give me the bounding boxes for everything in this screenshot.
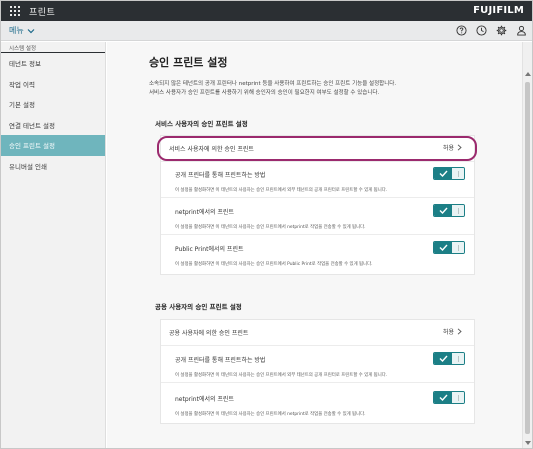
apps-grid-icon[interactable] bbox=[10, 6, 20, 16]
setting-row: 공개 프린터를 통해 프린트하는 방법 이 설정을 활성화하면 이 테넌트의 사… bbox=[161, 347, 474, 383]
sidebar-item-label: 테넌트 정보 bbox=[9, 60, 41, 69]
check-icon bbox=[439, 244, 448, 251]
section-title: 서비스 사용자의 승인 프린트 설정 bbox=[155, 120, 248, 128]
scroll-thumb[interactable] bbox=[525, 82, 530, 434]
setting-head-value[interactable]: 허용 bbox=[443, 143, 462, 152]
setting-row: netprint에서의 프린트 이 설정을 활성화하면 이 테넌트의 사용자는 … bbox=[161, 384, 474, 424]
setting-row: 공개 프린터를 통해 프린트하는 방법 이 설정을 활성화하면 이 테넌트의 사… bbox=[161, 163, 474, 198]
check-icon bbox=[439, 170, 448, 177]
setting-value-text: 허용 bbox=[442, 145, 454, 152]
sidebar-item-basic-settings[interactable]: 기본 설정 bbox=[1, 94, 105, 115]
setting-desc: 이 설정을 활성화하면 이 테넌트의 사용자는 승인 프린트에서 외부 테넌트의… bbox=[175, 373, 388, 378]
setting-title: Public Print에서의 프린트 bbox=[175, 246, 244, 253]
brand-logo: FUJIFILM bbox=[473, 5, 524, 16]
sidebar-item-approval-print[interactable]: 승인 프린트 설정 bbox=[1, 135, 105, 156]
sidebar-section-label: 시스템 설정 bbox=[1, 42, 105, 53]
chevron-right-icon bbox=[457, 328, 462, 335]
app-title: 프린트 bbox=[29, 7, 56, 18]
setting-desc: 이 설정을 활성화하면 이 테넌트의 사용자는 승인 프린트에서 netprin… bbox=[175, 412, 366, 417]
sidebar-item-label: 기본 설정 bbox=[9, 101, 35, 110]
toggle-switch[interactable] bbox=[433, 391, 465, 404]
setting-row-header[interactable]: 공용 사용자에 의한 승인 프린트 허용 bbox=[161, 320, 474, 346]
setting-head-value[interactable]: 허용 bbox=[443, 327, 462, 336]
settings-card: 공용 사용자에 의한 승인 프린트 허용 공개 프린터를 통해 프린트하는 방법… bbox=[160, 319, 475, 424]
toggle-switch[interactable] bbox=[433, 241, 465, 254]
scroll-down-arrow-icon[interactable] bbox=[525, 441, 531, 445]
toggle-switch[interactable] bbox=[433, 352, 465, 365]
sidebar-item-label: 작업 이력 bbox=[9, 80, 35, 89]
check-icon bbox=[439, 394, 448, 401]
setting-head-title: 공용 사용자에 의한 승인 프린트 bbox=[169, 330, 249, 337]
app-window: 프린트 FUJIFILM 메뉴 시스템 설정 테넌트 정보 작업 이력 기본 설… bbox=[0, 0, 533, 449]
setting-row-header[interactable]: 서비스 사용자에 의한 승인 프린트 허용 bbox=[161, 136, 474, 162]
sidebar-item-job-history[interactable]: 작업 이력 bbox=[1, 74, 105, 95]
setting-row: netprint에서의 프린트 이 설정을 활성화하면 이 테넌트의 사용자는 … bbox=[161, 199, 474, 235]
setting-title: netprint에서의 프린트 bbox=[175, 209, 234, 216]
user-icon[interactable] bbox=[515, 24, 528, 37]
setting-head-title: 서비스 사용자에 의한 승인 프린트 bbox=[169, 146, 254, 153]
setting-value-text: 허용 bbox=[442, 329, 454, 336]
setting-row: Public Print에서의 프린트 이 설정을 활성화하면 이 테넌트의 사… bbox=[161, 236, 474, 274]
setting-title: netprint에서의 프린트 bbox=[175, 396, 234, 403]
setting-desc: 이 설정을 활성화하면 이 테넌트의 사용자는 승인 프린트에서 Public … bbox=[175, 262, 373, 267]
check-icon bbox=[439, 355, 448, 362]
toggle-switch[interactable] bbox=[433, 204, 465, 217]
page-description: 소속되지 않은 테넌트의 공개 프린터나 netprint 등을 사용하여 프린… bbox=[149, 80, 509, 98]
setting-desc: 이 설정을 활성화하면 이 테넌트의 사용자는 승인 프린트에서 외부 테넌트의… bbox=[175, 188, 388, 193]
section-title: 공용 사용자의 승인 프린트 설정 bbox=[155, 303, 242, 311]
help-icon[interactable] bbox=[455, 24, 468, 37]
menu-label: 메뉴 bbox=[9, 26, 24, 35]
description-line: 서비스 사용자가 승인 프린트를 사용하기 위해 승인자의 승인이 필요한지 여… bbox=[149, 90, 380, 96]
sidebar-item-universal-print[interactable]: 유니버설 인쇄 bbox=[1, 156, 105, 177]
sidebar-item-linked-tenant[interactable]: 연결 테넌트 설정 bbox=[1, 115, 105, 136]
setting-title: 공개 프린터를 통해 프린트하는 방법 bbox=[175, 357, 266, 364]
scroll-up-arrow-icon[interactable] bbox=[525, 72, 531, 76]
setting-title: 공개 프린터를 통해 프린트하는 방법 bbox=[175, 172, 266, 179]
gear-icon[interactable] bbox=[495, 24, 508, 37]
toggle-switch[interactable] bbox=[433, 167, 465, 180]
sidebar-item-label: 유니버설 인쇄 bbox=[9, 162, 47, 171]
main-content: 승인 프린트 설정 소속되지 않은 테넌트의 공개 프린터나 netprint … bbox=[107, 42, 522, 448]
page-title: 승인 프린트 설정 bbox=[149, 56, 228, 69]
check-icon bbox=[439, 207, 448, 214]
scrollbar[interactable] bbox=[522, 42, 532, 448]
sidebar: 시스템 설정 테넌트 정보 작업 이력 기본 설정 연결 테넌트 설정 승인 프… bbox=[1, 42, 106, 448]
chevron-right-icon bbox=[457, 144, 462, 151]
sidebar-item-tenant-info[interactable]: 테넌트 정보 bbox=[1, 53, 105, 74]
sidebar-item-label: 연결 테넌트 설정 bbox=[9, 121, 55, 130]
description-line: 소속되지 않은 테넌트의 공개 프린터나 netprint 등을 사용하여 프린… bbox=[149, 81, 397, 87]
setting-desc: 이 설정을 활성화하면 이 테넌트의 사용자는 승인 프린트에서 netprin… bbox=[175, 225, 366, 230]
chevron-down-icon bbox=[27, 28, 35, 33]
top-header: 프린트 FUJIFILM bbox=[1, 1, 532, 21]
menu-button[interactable]: 메뉴 bbox=[9, 25, 35, 36]
settings-card: 서비스 사용자에 의한 승인 프린트 허용 공개 프린터를 통해 프린트하는 방… bbox=[160, 135, 475, 275]
sidebar-item-label: 승인 프린트 설정 bbox=[9, 142, 55, 151]
clock-icon[interactable] bbox=[475, 24, 488, 37]
nav-bar: 메뉴 bbox=[1, 21, 532, 41]
